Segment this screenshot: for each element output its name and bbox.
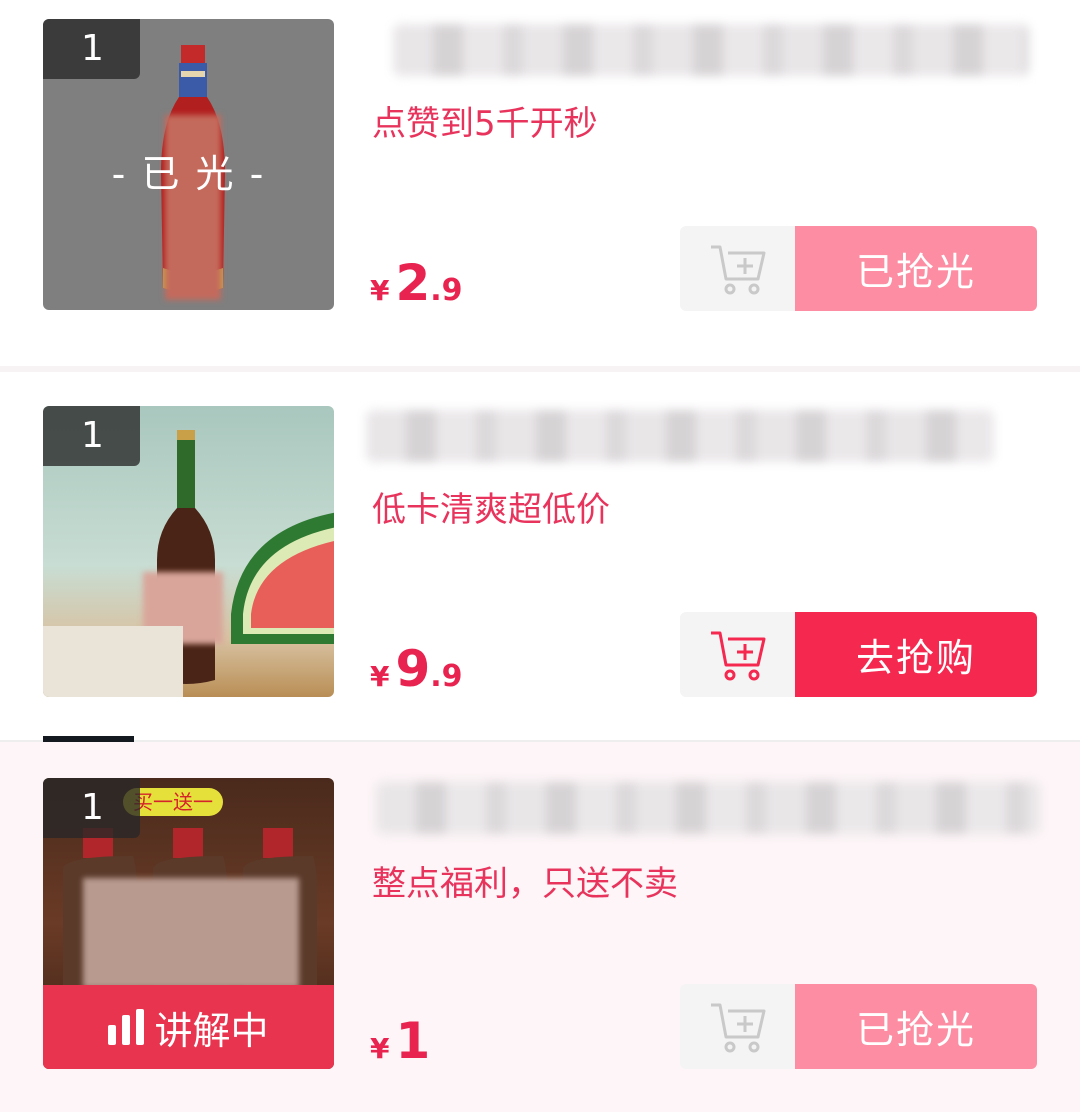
rank-badge: 1 <box>43 778 140 838</box>
product-card[interactable]: - 已 光 - 1 点赞到5千开秒 ¥2.9 已抢光 <box>0 0 1080 366</box>
price-currency: ¥ <box>370 274 390 307</box>
buy-now-button[interactable]: 去抢购 <box>795 612 1037 697</box>
price-decimal: .9 <box>430 659 463 694</box>
price-integer: 2 <box>395 254 431 312</box>
price-integer: 1 <box>395 1012 431 1070</box>
rank-badge: 1 <box>43 406 140 466</box>
add-to-cart-icon <box>710 245 765 294</box>
product-price: ¥9.9 <box>370 640 463 698</box>
sold-out-button[interactable]: 已抢光 <box>795 984 1037 1069</box>
live-explaining-bar[interactable]: 讲解中 <box>43 985 334 1069</box>
add-to-cart-icon <box>710 1003 765 1052</box>
product-list: - 已 光 - 1 点赞到5千开秒 ¥2.9 已抢光 1 低卡清爽超低价 ¥ 9… <box>0 0 1080 1112</box>
price-currency: ¥ <box>370 660 390 693</box>
product-subtitle: 整点福利，只送不卖 <box>372 864 678 904</box>
add-to-cart-icon <box>710 631 765 680</box>
product-subtitle: 低卡清爽超低价 <box>372 490 610 530</box>
product-subtitle: 点赞到5千开秒 <box>372 104 598 144</box>
blurred-label <box>83 878 299 988</box>
add-to-cart-button[interactable] <box>680 612 795 697</box>
sold-out-button[interactable]: 已抢光 <box>795 226 1037 311</box>
price-decimal: .9 <box>430 273 463 308</box>
product-title-blurred <box>366 410 994 462</box>
price-currency: ¥ <box>370 1032 390 1065</box>
product-price: ¥1 <box>370 1012 430 1070</box>
product-title-blurred <box>393 24 1029 76</box>
product-thumbnail[interactable]: 买一送一 1 讲解中 <box>43 778 334 1069</box>
add-to-cart-button[interactable] <box>680 226 795 311</box>
product-price: ¥2.9 <box>370 254 463 312</box>
product-thumbnail[interactable]: 1 <box>43 406 334 697</box>
watermelon-image <box>231 512 334 644</box>
product-card[interactable]: 1 低卡清爽超低价 ¥9.9 去抢购 <box>0 372 1080 740</box>
add-to-cart-button[interactable] <box>680 984 795 1069</box>
live-label: 讲解中 <box>154 1008 269 1053</box>
product-thumbnail[interactable]: - 已 光 - 1 <box>43 19 334 310</box>
newspaper-image <box>43 626 183 697</box>
sold-out-overlay-text: - 已 光 - <box>111 152 266 196</box>
rank-badge: 1 <box>43 19 140 79</box>
price-integer: 9 <box>395 640 431 698</box>
live-audio-bars-icon <box>108 1009 145 1045</box>
product-card[interactable]: 买一送一 1 讲解中 整点福利，只送不卖 ¥1 已抢光 <box>0 742 1080 1112</box>
product-title-blurred <box>376 782 1040 834</box>
